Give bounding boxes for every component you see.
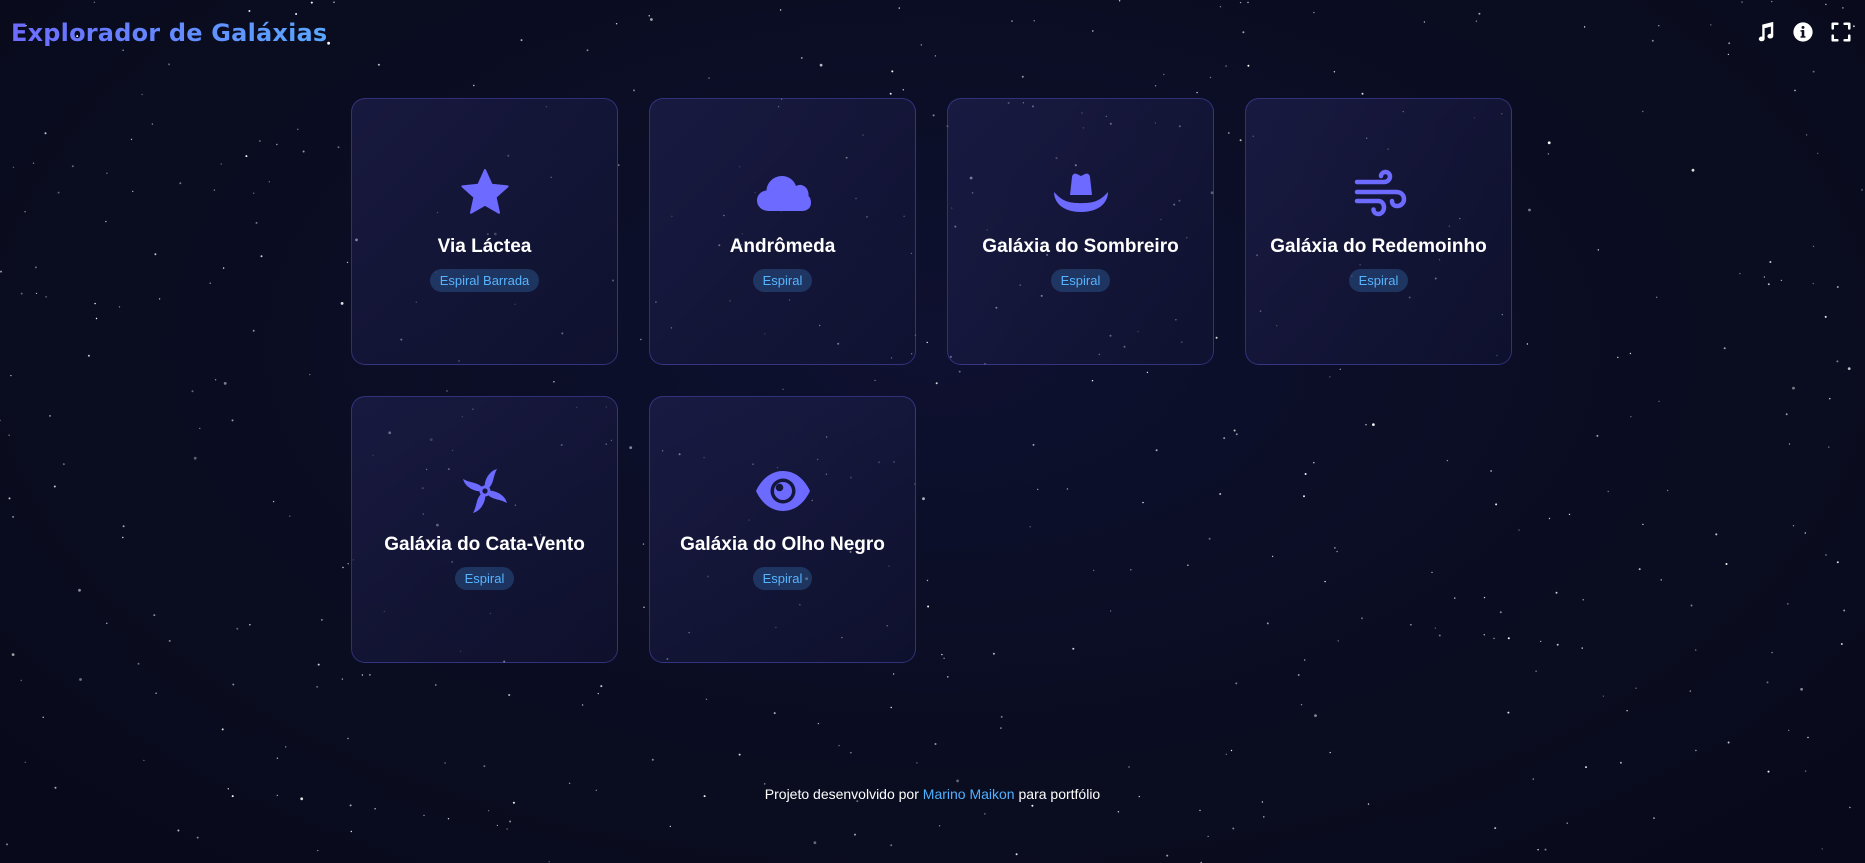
- star-icon: [457, 168, 513, 218]
- page-title: Explorador de Galáxias: [11, 19, 328, 47]
- hat-cowboy-icon: [1053, 168, 1109, 218]
- info-icon: [1792, 21, 1814, 43]
- galaxy-grid: Via Láctea Espiral Barrada Andrômeda Esp…: [351, 98, 1512, 663]
- galaxy-type-badge: Espiral: [1348, 269, 1409, 292]
- footer-prefix: Projeto desenvolvido por: [764, 786, 919, 802]
- toolbar: [1753, 20, 1853, 44]
- music-button[interactable]: [1753, 20, 1777, 44]
- galaxy-card-cata-vento[interactable]: Galáxia do Cata-Vento Espiral: [351, 396, 618, 663]
- music-icon: [1754, 21, 1776, 43]
- galaxy-card-olho-negro[interactable]: Galáxia do Olho Negro Espiral: [649, 396, 916, 663]
- galaxy-type-badge: Espiral: [752, 567, 813, 590]
- pinwheel-icon: [457, 466, 513, 516]
- galaxy-type-badge: Espiral: [454, 567, 515, 590]
- footer: Projeto desenvolvido por Marino Maikon p…: [0, 786, 1865, 802]
- galaxy-type-badge: Espiral: [1050, 269, 1111, 292]
- galaxy-name: Andrômeda: [729, 236, 836, 257]
- author-link[interactable]: Marino Maikon: [923, 786, 1015, 802]
- galaxy-name: Galáxia do Cata-Vento: [384, 534, 585, 555]
- galaxy-name: Galáxia do Redemoinho: [1270, 236, 1487, 257]
- fullscreen-button[interactable]: [1829, 20, 1853, 44]
- fullscreen-icon: [1830, 21, 1852, 43]
- galaxy-type-badge: Espiral Barrada: [429, 269, 540, 292]
- cloud-icon: [755, 168, 811, 218]
- footer-suffix: para portfólio: [1018, 786, 1101, 802]
- galaxy-card-sombreiro[interactable]: Galáxia do Sombreiro Espiral: [947, 98, 1214, 365]
- galaxy-name: Galáxia do Olho Negro: [680, 534, 885, 555]
- galaxy-name: Galáxia do Sombreiro: [982, 236, 1179, 257]
- eye-icon: [755, 466, 811, 516]
- app-root: Explorador de Galáxias Via Láctea Espira…: [0, 0, 1865, 863]
- galaxy-card-andromeda[interactable]: Andrômeda Espiral: [649, 98, 916, 365]
- galaxy-name: Via Láctea: [437, 236, 532, 257]
- galaxy-type-badge: Espiral: [752, 269, 813, 292]
- info-button[interactable]: [1791, 20, 1815, 44]
- galaxy-card-redemoinho[interactable]: Galáxia do Redemoinho Espiral: [1245, 98, 1512, 365]
- galaxy-card-via-lactea[interactable]: Via Láctea Espiral Barrada: [351, 98, 618, 365]
- wind-icon: [1351, 168, 1407, 218]
